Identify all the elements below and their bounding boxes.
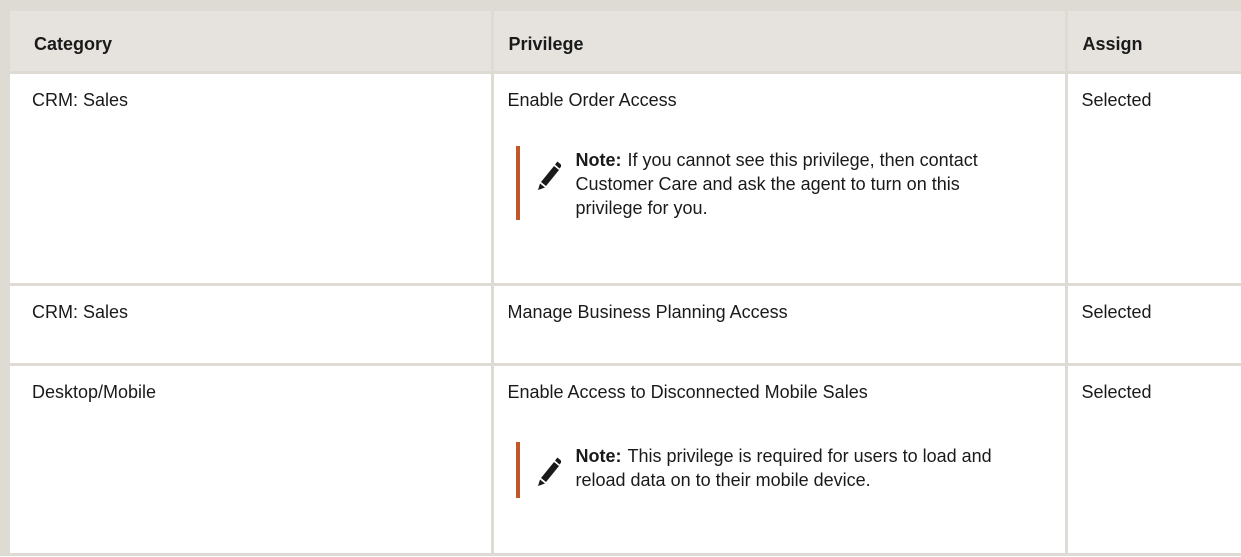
pencil-icon: [520, 442, 576, 498]
table-header-row: Category Privilege Assign: [0, 0, 1241, 74]
privilege-cell: Manage Business Planning Access: [490, 283, 1068, 366]
note-callout: Note: This privilege is required for user…: [515, 442, 1065, 498]
privileges-table: Category Privilege Assign CRM: Sales Ena…: [0, 0, 1241, 556]
assign-cell: Selected: [1064, 283, 1241, 366]
pencil-icon: [520, 146, 576, 220]
privilege-name: Enable Order Access: [507, 90, 677, 110]
note-label: Note:: [575, 150, 622, 170]
category-cell: Desktop/Mobile: [0, 363, 494, 556]
column-header-category: Category: [0, 0, 494, 74]
column-header-assign: Assign: [1064, 0, 1241, 74]
note-text: Note: If you cannot see this privilege, t…: [576, 146, 1026, 220]
note-body: If you cannot see this privilege, then c…: [575, 150, 978, 218]
note-label: Note:: [575, 446, 622, 466]
assign-cell: Selected: [1064, 71, 1241, 286]
assign-cell: Selected: [1064, 363, 1241, 556]
privilege-cell: Enable Order Access Note: If you cannot s…: [490, 71, 1068, 286]
category-cell: CRM: Sales: [0, 71, 494, 286]
table-row: CRM: Sales Manage Business Planning Acce…: [0, 283, 1241, 366]
note-text: Note: This privilege is required for user…: [576, 442, 1026, 498]
privilege-cell: Enable Access to Disconnected Mobile Sal…: [490, 363, 1068, 556]
table-row: Desktop/Mobile Enable Access to Disconne…: [0, 363, 1241, 556]
table-row: CRM: Sales Enable Order Access Note: If y…: [0, 71, 1241, 286]
column-header-privilege: Privilege: [490, 0, 1068, 74]
privilege-name: Enable Access to Disconnected Mobile Sal…: [507, 382, 868, 402]
category-cell: CRM: Sales: [0, 283, 494, 366]
note-body: This privilege is required for users to …: [575, 446, 992, 490]
note-callout: Note: If you cannot see this privilege, t…: [515, 146, 1065, 220]
